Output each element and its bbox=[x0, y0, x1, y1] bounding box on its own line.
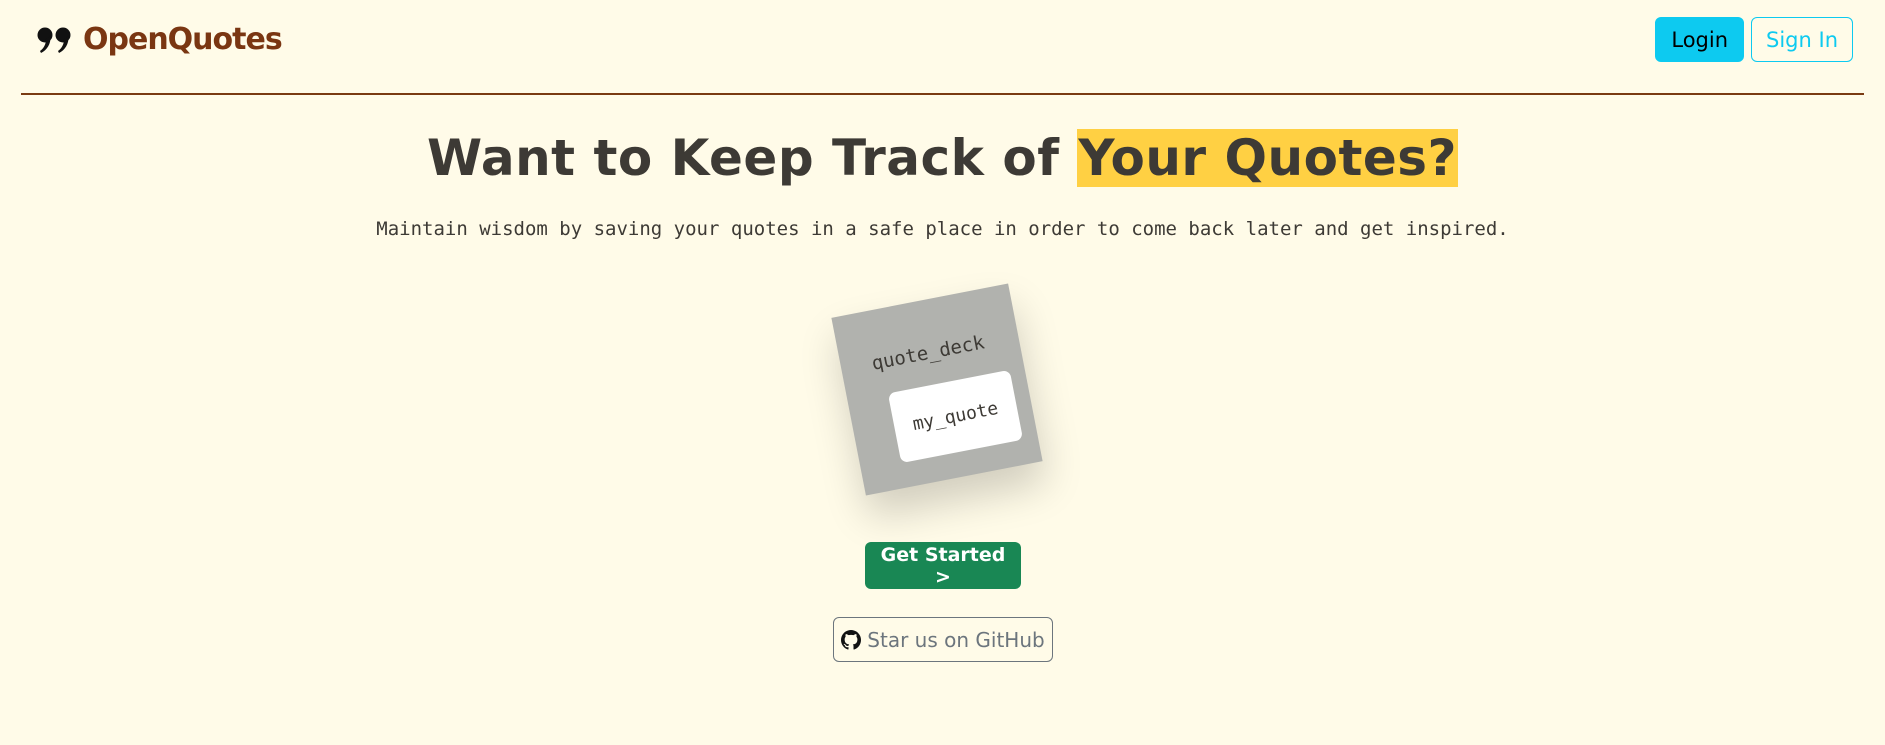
brand-logo[interactable]: OpenQuotes bbox=[37, 22, 283, 57]
nav-actions: Login Sign In bbox=[1655, 17, 1853, 62]
hero-title-highlight: Your Quotes? bbox=[1077, 129, 1459, 187]
deck-label: quote_deck bbox=[869, 331, 987, 375]
hero-title: Want to Keep Track of Your Quotes? bbox=[0, 126, 1885, 190]
github-button-label: Star us on GitHub bbox=[867, 627, 1045, 652]
quote-card: my_quote bbox=[887, 369, 1024, 464]
star-on-github-button[interactable]: Star us on GitHub bbox=[833, 617, 1053, 662]
hero-subtitle: Maintain wisdom by saving your quotes in… bbox=[376, 218, 1509, 240]
navbar: OpenQuotes Login Sign In bbox=[21, 0, 1864, 95]
sign-in-button[interactable]: Sign In bbox=[1751, 17, 1853, 62]
hero-title-plain: Want to Keep Track of bbox=[426, 129, 1078, 187]
brand-name: OpenQuotes bbox=[83, 22, 283, 57]
quote-card-label: my_quote bbox=[910, 397, 1001, 436]
github-icon bbox=[841, 629, 862, 650]
get-started-button[interactable]: Get Started > bbox=[865, 542, 1021, 589]
login-button[interactable]: Login bbox=[1655, 17, 1745, 62]
quote-marks-icon bbox=[37, 27, 71, 53]
quote-deck-illustration: quote_deck my_quote bbox=[831, 283, 1043, 496]
